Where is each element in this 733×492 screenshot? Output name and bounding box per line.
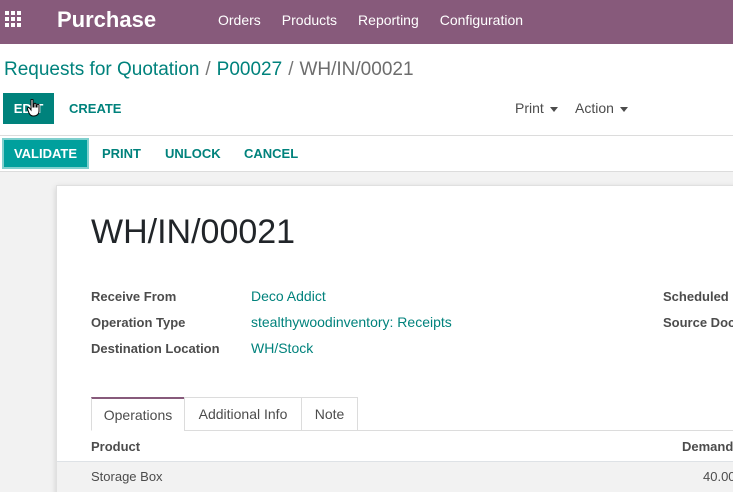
tab-note[interactable]: Note	[301, 397, 358, 431]
control-panel: Requests for Quotation / P00027/WH/IN/0002…	[0, 44, 733, 172]
print-dropdown[interactable]: Print	[515, 100, 558, 116]
menu-item-reporting[interactable]: Reporting	[358, 12, 419, 28]
hand-cursor-icon	[27, 99, 40, 117]
receive-from-value[interactable]: Deco Addict	[251, 288, 326, 304]
breadcrumb-separator: /	[288, 59, 294, 80]
action-dropdown-label: Action	[575, 100, 614, 116]
column-header-demand[interactable]: Demand	[682, 439, 733, 454]
menu-item-orders[interactable]: Orders	[218, 12, 261, 28]
destination-location-value[interactable]: WH/Stock	[251, 340, 313, 356]
breadcrumb: Requests for Quotation / P00027/WH/IN/0002…	[4, 59, 414, 81]
breadcrumb-rfq[interactable]: Requests for Quotation	[4, 59, 199, 80]
operation-type-value[interactable]: stealthywoodinventory: Receipts	[251, 314, 452, 330]
row-demand: 40.00	[703, 469, 733, 484]
create-button[interactable]: CREATE	[69, 101, 121, 116]
tab-additional-info[interactable]: Additional Info	[184, 397, 302, 431]
breadcrumb-po[interactable]: P00027	[217, 59, 283, 80]
print-button[interactable]: PRINT	[102, 146, 141, 161]
validate-button[interactable]: VALIDATE	[2, 138, 89, 169]
column-header-product[interactable]: Product	[91, 439, 140, 454]
row-product: Storage Box	[91, 469, 163, 484]
apps-grid-icon[interactable]	[5, 11, 22, 28]
source-document-label: Source Doc	[663, 315, 733, 330]
destination-location-label: Destination Location	[91, 341, 220, 356]
menu-item-products[interactable]: Products	[282, 12, 337, 28]
record-title: WH/IN/00021	[91, 213, 296, 251]
receive-from-label: Receive From	[91, 289, 177, 304]
action-dropdown[interactable]: Action	[575, 100, 628, 116]
main-menu: Orders Products Reporting Configuration	[218, 12, 544, 28]
control-bottom-divider	[0, 171, 733, 172]
print-dropdown-label: Print	[515, 100, 544, 116]
unlock-button[interactable]: UNLOCK	[165, 146, 221, 161]
caret-down-icon	[549, 106, 558, 112]
tab-operations[interactable]: Operations	[91, 397, 185, 431]
menu-item-configuration[interactable]: Configuration	[440, 12, 523, 28]
operation-type-label: Operation Type	[91, 315, 186, 330]
cancel-button[interactable]: CANCEL	[244, 146, 298, 161]
scheduled-date-label: Scheduled D	[663, 289, 733, 304]
form-sheet: WH/IN/00021 Receive From Deco Addict Ope…	[56, 185, 733, 492]
top-navbar: Purchase Orders Products Reporting Confi…	[0, 0, 733, 44]
status-bar: VALIDATE PRINT UNLOCK CANCEL	[0, 136, 733, 171]
caret-down-icon	[619, 106, 628, 112]
app-brand[interactable]: Purchase	[57, 7, 156, 33]
breadcrumb-separator: /	[205, 59, 211, 80]
breadcrumb-current: WH/IN/00021	[299, 59, 414, 80]
